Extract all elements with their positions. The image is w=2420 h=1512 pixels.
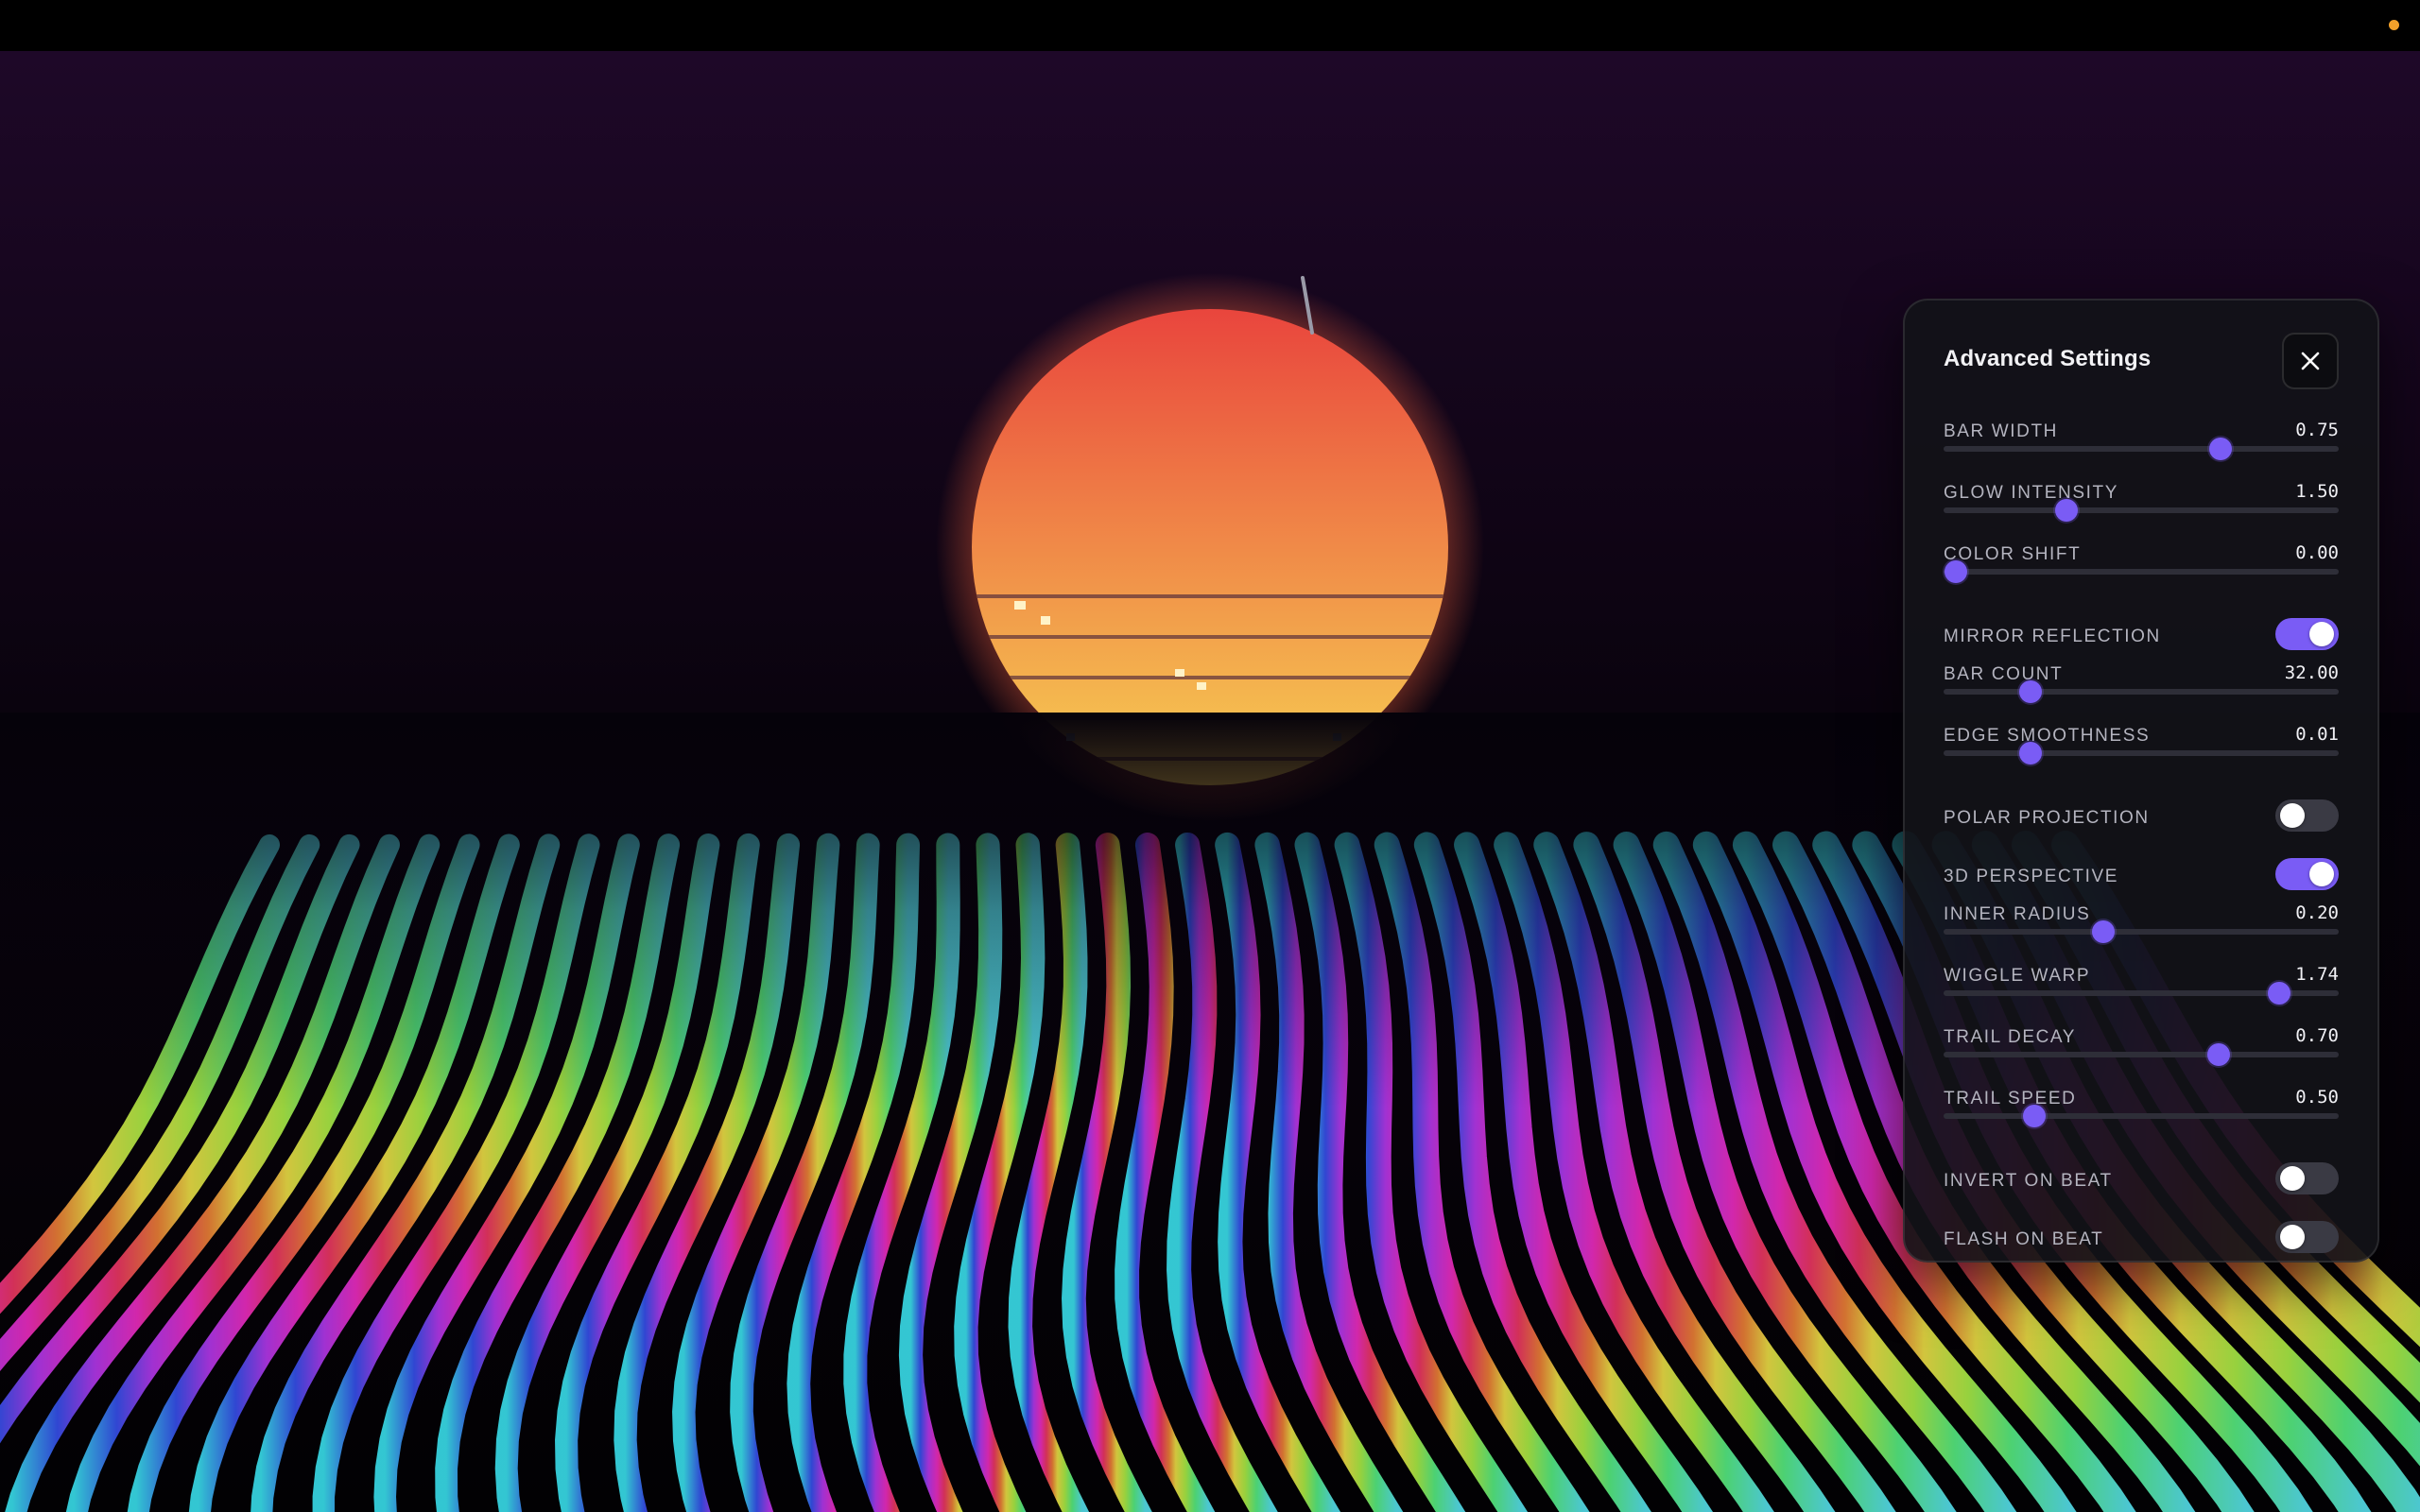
toggle-knob (2309, 622, 2334, 646)
slider-wiggle-warp[interactable] (1944, 982, 2339, 1005)
setting-label-flash-on-beat: FLASH ON BEAT (1944, 1229, 2104, 1249)
setting-label-trail-speed: TRAIL SPEED (1944, 1089, 2077, 1108)
setting-row-bar-count: BAR COUNT 32.00 (1944, 662, 2339, 726)
setting-value-wiggle-warp: 1.74 (2295, 964, 2339, 985)
close-icon (2301, 352, 2320, 370)
setting-label-3d-perspective: 3D PERSPECTIVE (1944, 867, 2119, 886)
slider-glow-intensity[interactable] (1944, 499, 2339, 522)
slider-trail-decay[interactable] (1944, 1043, 2339, 1066)
setting-value-color-shift: 0.00 (2295, 542, 2339, 563)
toggle-flash-on-beat[interactable] (2275, 1221, 2339, 1253)
toggle-knob (2280, 1166, 2305, 1191)
setting-value-trail-speed: 0.50 (2295, 1087, 2339, 1108)
toggle-knob (2309, 862, 2334, 886)
setting-label-inner-radius: INNER RADIUS (1944, 904, 2091, 924)
setting-value-inner-radius: 0.20 (2295, 902, 2339, 923)
close-button[interactable] (2282, 333, 2339, 389)
settings-controls: BAR WIDTH 0.75 GLOW INTENSITY 1.50 COLOR SHI… (1944, 420, 2339, 1267)
recording-indicator (2389, 20, 2399, 30)
setting-label-color-shift: COLOR SHIFT (1944, 544, 2082, 564)
slider-thumb-inner-radius[interactable] (2092, 920, 2116, 943)
panel-title: Advanced Settings (1944, 346, 2152, 371)
toggle-invert-on-beat[interactable] (2275, 1162, 2339, 1194)
slider-edge-smoothness[interactable] (1944, 742, 2339, 765)
slider-thumb-color-shift[interactable] (1944, 560, 1967, 583)
setting-row-color-shift: COLOR SHIFT 0.00 (1944, 542, 2339, 606)
setting-row-trail-decay: TRAIL DECAY 0.70 (1944, 1025, 2339, 1089)
slider-inner-radius[interactable] (1944, 920, 2339, 943)
setting-row-bar-width: BAR WIDTH 0.75 (1944, 420, 2339, 483)
setting-row-edge-smoothness: EDGE SMOOTHNESS 0.01 (1944, 724, 2339, 787)
toggle-mirror-reflection[interactable] (2275, 618, 2339, 650)
setting-row-trail-speed: TRAIL SPEED 0.50 (1944, 1087, 2339, 1150)
setting-label-edge-smoothness: EDGE SMOOTHNESS (1944, 726, 2151, 746)
slider-thumb-trail-decay[interactable] (2206, 1043, 2230, 1066)
setting-row-inner-radius: INNER RADIUS 0.20 (1944, 902, 2339, 966)
setting-value-glow-intensity: 1.50 (2295, 481, 2339, 502)
setting-label-bar-count: BAR COUNT (1944, 664, 2064, 684)
toggle-knob (2280, 1225, 2305, 1249)
slider-thumb-glow-intensity[interactable] (2054, 499, 2078, 522)
setting-value-bar-count: 32.00 (2284, 662, 2339, 683)
slider-thumb-wiggle-warp[interactable] (2268, 982, 2291, 1005)
top-bar (0, 0, 2420, 51)
slider-thumb-bar-width[interactable] (2208, 438, 2232, 460)
setting-label-trail-decay: TRAIL DECAY (1944, 1027, 2077, 1047)
slider-color-shift[interactable] (1944, 560, 2339, 583)
setting-row-polar-projection: POLAR PROJECTION (1944, 787, 2339, 846)
setting-label-polar-projection: POLAR PROJECTION (1944, 808, 2150, 828)
slider-thumb-trail-speed[interactable] (2023, 1105, 2047, 1127)
toggle-knob (2280, 803, 2305, 828)
slider-bar-width[interactable] (1944, 438, 2339, 460)
panel-header: Advanced Settings (1944, 301, 2339, 421)
setting-value-trail-decay: 0.70 (2295, 1025, 2339, 1046)
setting-row-wiggle-warp: WIGGLE WARP 1.74 (1944, 964, 2339, 1027)
setting-label-wiggle-warp: WIGGLE WARP (1944, 966, 2091, 986)
slider-thumb-bar-count[interactable] (2018, 680, 2042, 703)
toggle-polar-projection[interactable] (2275, 799, 2339, 832)
slider-thumb-edge-smoothness[interactable] (2018, 742, 2042, 765)
setting-row-flash-on-beat: FLASH ON BEAT (1944, 1209, 2339, 1267)
setting-row-mirror-reflection: MIRROR REFLECTION (1944, 606, 2339, 664)
setting-value-bar-width: 0.75 (2295, 420, 2339, 440)
setting-row-invert-on-beat: INVERT ON BEAT (1944, 1150, 2339, 1209)
setting-label-glow-intensity: GLOW INTENSITY (1944, 483, 2118, 503)
advanced-settings-panel: Advanced Settings BAR WIDTH 0.75 GLOW INTE… (1903, 299, 2379, 1263)
setting-row-3d-perspective: 3D PERSPECTIVE (1944, 846, 2339, 904)
slider-trail-speed[interactable] (1944, 1105, 2339, 1127)
setting-label-bar-width: BAR WIDTH (1944, 421, 2059, 441)
setting-label-mirror-reflection: MIRROR REFLECTION (1944, 627, 2161, 646)
toggle-3d-perspective[interactable] (2275, 858, 2339, 890)
setting-value-edge-smoothness: 0.01 (2295, 724, 2339, 745)
slider-bar-count[interactable] (1944, 680, 2339, 703)
setting-label-invert-on-beat: INVERT ON BEAT (1944, 1171, 2113, 1191)
setting-row-glow-intensity: GLOW INTENSITY 1.50 (1944, 481, 2339, 544)
